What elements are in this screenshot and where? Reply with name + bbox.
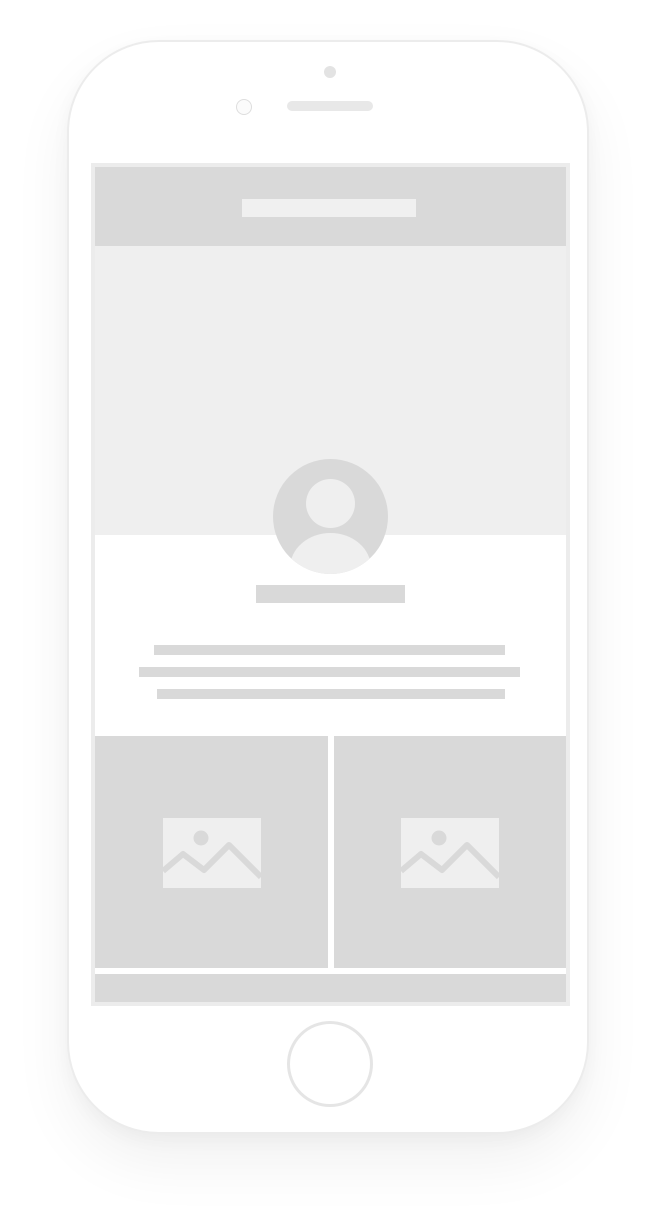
gallery-tile-left[interactable] (95, 736, 328, 968)
bottom-strip (95, 974, 566, 1002)
nav-bar (95, 167, 566, 246)
nav-title-placeholder (242, 199, 416, 217)
phone-screen (91, 163, 570, 1006)
bio-text-line (139, 667, 520, 677)
avatar-head-shape (306, 479, 355, 528)
bio-text-line (154, 645, 505, 655)
mockup-stage (0, 0, 658, 1215)
front-camera (324, 66, 336, 78)
earpiece-speaker (287, 101, 373, 111)
gallery-tile-right[interactable] (334, 736, 566, 968)
proximity-sensor (236, 99, 252, 115)
home-button[interactable] (287, 1021, 373, 1107)
profile-name-placeholder (256, 585, 405, 603)
avatar-body-shape (290, 533, 371, 574)
user-avatar-icon[interactable] (273, 459, 388, 574)
bio-text-line (157, 689, 505, 699)
image-placeholder-icon (163, 818, 261, 888)
image-placeholder-icon (401, 818, 499, 888)
